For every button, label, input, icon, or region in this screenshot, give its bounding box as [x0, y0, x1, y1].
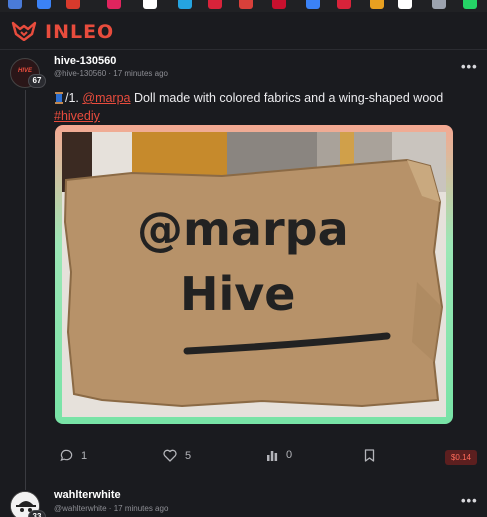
heart-icon: [163, 449, 177, 462]
comment-button[interactable]: 1: [60, 449, 87, 462]
shield-icon[interactable]: [208, 0, 222, 9]
post-author[interactable]: hive-130560: [54, 55, 116, 67]
x-icon[interactable]: [398, 0, 412, 9]
flag-icon[interactable]: [306, 0, 320, 9]
post-body-prefix: /1.: [65, 91, 83, 105]
hashtag-link[interactable]: #hivediy: [54, 109, 100, 123]
thread-spool-icon: [55, 92, 63, 104]
next-reputation-badge: 33: [28, 510, 46, 517]
like-count: 5: [185, 449, 192, 462]
whatsapp-icon[interactable]: [463, 0, 477, 9]
arrow-icon[interactable]: [239, 0, 253, 9]
tiktok-icon[interactable]: [107, 0, 121, 9]
next-more-options-button[interactable]: •••: [461, 493, 478, 508]
badge-icon[interactable]: [272, 0, 286, 9]
payout-badge[interactable]: $0.14: [445, 450, 477, 465]
next-post-author[interactable]: wahlterwhite: [54, 489, 121, 501]
app-header: INLEO: [0, 12, 487, 50]
app-icon[interactable]: [178, 0, 192, 9]
bookmark-button[interactable]: [364, 449, 375, 462]
post-meta: @hive-130560 · 17 minutes ago: [54, 69, 168, 78]
mention-link[interactable]: @marpa: [82, 91, 130, 105]
stripe-icon[interactable]: [370, 0, 384, 9]
bookmarks-bar: [0, 0, 487, 12]
post-body: /1. @marpa Doll made with colored fabric…: [54, 89, 474, 125]
bookmark-icon: [364, 449, 375, 462]
x-icon[interactable]: [143, 0, 157, 9]
sign-text-hive: Hive: [180, 267, 295, 321]
post-body-text: Doll made with colored fabrics and a win…: [130, 91, 444, 105]
red-app-icon[interactable]: [66, 0, 80, 9]
moon-icon[interactable]: [432, 0, 446, 9]
thread-line: [25, 90, 26, 490]
media-icon[interactable]: [337, 0, 351, 9]
post-actions: 1 5 0: [0, 446, 487, 468]
more-options-button[interactable]: •••: [461, 59, 478, 74]
inleo-logo-icon[interactable]: [11, 21, 37, 41]
sign-text-mention: @marpa: [137, 202, 349, 256]
comment-icon: [60, 449, 73, 462]
comment-count: 1: [81, 449, 88, 462]
chrome-extension-icon[interactable]: [37, 0, 51, 9]
post-image[interactable]: @marpa Hive: [62, 132, 446, 417]
next-post-meta: @wahlterwhite · 17 minutes ago: [54, 504, 169, 513]
app-logo-text[interactable]: INLEO: [45, 21, 114, 43]
reputation-badge: 67: [28, 74, 46, 88]
post-media-frame[interactable]: @marpa Hive: [55, 125, 453, 424]
cardboard-sign-photo: @marpa Hive: [62, 132, 446, 417]
bar-chart-icon: [267, 451, 278, 461]
gmail-icon[interactable]: [8, 0, 22, 9]
like-button[interactable]: 5: [163, 449, 191, 462]
vote-count: 0: [286, 449, 293, 461]
vote-stats-button[interactable]: 0: [266, 449, 292, 461]
